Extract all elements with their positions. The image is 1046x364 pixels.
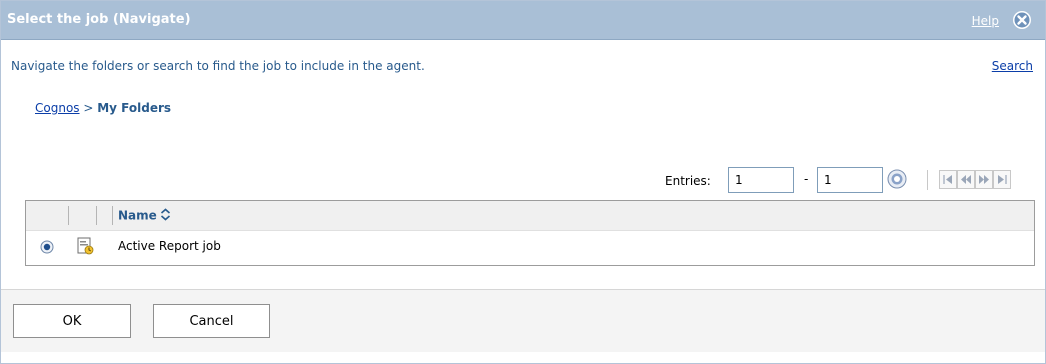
sort-icon[interactable] <box>160 208 171 224</box>
header-divider <box>96 206 97 225</box>
dialog-footer: OK Cancel <box>1 289 1045 352</box>
go-icon[interactable] <box>887 169 907 189</box>
row-radio-button[interactable] <box>40 240 54 254</box>
cancel-button[interactable]: Cancel <box>153 304 270 338</box>
job-icon <box>76 237 94 255</box>
search-link[interactable]: Search <box>992 59 1033 73</box>
ok-button[interactable]: OK <box>13 304 131 338</box>
name-column-header[interactable]: Name <box>118 208 171 224</box>
job-table: Name Active Report job <box>25 200 1035 266</box>
title-bar: Select the job (Navigate) Help <box>1 1 1045 40</box>
header-divider <box>112 206 113 225</box>
select-job-dialog: Select the job (Navigate) Help Navigate … <box>0 0 1046 364</box>
previous-page-icon[interactable] <box>957 170 975 189</box>
entries-dash: - <box>804 172 809 186</box>
instruction-text: Navigate the folders or search to find t… <box>11 59 425 73</box>
next-page-icon[interactable] <box>975 170 993 189</box>
dialog-title: Select the job (Navigate) <box>7 12 191 27</box>
breadcrumb-separator: > <box>79 101 98 115</box>
job-name: Active Report job <box>118 239 221 253</box>
help-link[interactable]: Help <box>972 14 999 28</box>
entries-from-input[interactable] <box>728 167 794 193</box>
table-row[interactable]: Active Report job <box>26 231 1034 259</box>
name-column-label: Name <box>118 208 157 223</box>
breadcrumb-current: My Folders <box>97 101 172 115</box>
entries-label: Entries: <box>665 174 711 188</box>
first-page-icon[interactable] <box>939 170 957 189</box>
header-divider <box>68 206 69 225</box>
entries-to-input[interactable] <box>817 167 883 193</box>
breadcrumb: Cognos > My Folders <box>35 101 171 115</box>
breadcrumb-cognos-link[interactable]: Cognos <box>35 101 80 115</box>
close-icon[interactable] <box>1012 10 1032 30</box>
table-header: Name <box>26 201 1034 231</box>
last-page-icon[interactable] <box>993 170 1011 189</box>
pager-separator <box>927 170 928 190</box>
